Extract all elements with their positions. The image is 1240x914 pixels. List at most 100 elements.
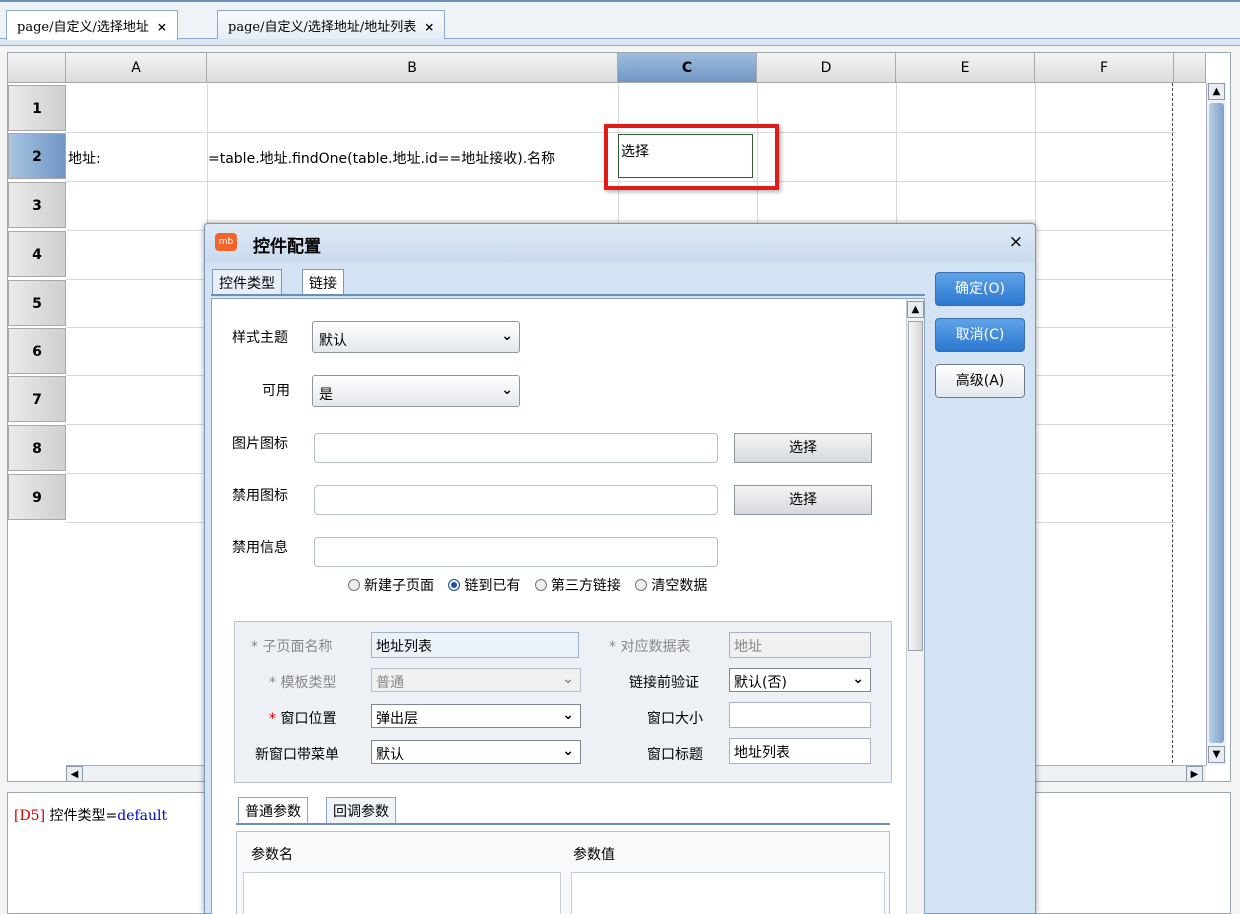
highlight-box <box>604 124 779 190</box>
image-icon-select-button[interactable]: 选择 <box>734 433 872 463</box>
subpage-name-label: * 子页面名称 <box>251 639 333 655</box>
disabled-icon-label: 禁用图标 <box>232 488 288 504</box>
col-header-f[interactable]: F <box>1035 53 1174 83</box>
radio-label: 新建子页面 <box>364 578 434 594</box>
tab-label: page/自定义/选择地址 <box>17 20 149 35</box>
window-size-input[interactable] <box>729 702 871 728</box>
tab-normal-params[interactable]: 普通参数 <box>238 797 308 823</box>
row-header-3[interactable]: 3 <box>8 182 66 228</box>
row-header-2[interactable]: 2 <box>8 133 66 179</box>
scroll-up-icon[interactable]: ▲ <box>1208 83 1225 100</box>
property-line: [D5] 控件类型=default <box>14 805 167 825</box>
cell-a2[interactable]: 地址: <box>68 148 101 168</box>
page-break-line <box>1172 83 1173 763</box>
data-table-label: * 对应数据表 <box>609 639 691 655</box>
cell-reference: [D5] <box>14 808 46 824</box>
window-title-label: 窗口标题 <box>647 747 703 763</box>
row-header-6[interactable]: 6 <box>8 328 66 374</box>
row-header-9[interactable]: 9 <box>8 474 66 520</box>
window-position-value: 弹出层 <box>376 711 418 727</box>
enabled-label: 可用 <box>262 383 290 399</box>
vertical-scrollbar[interactable]: ▲ ▼ <box>1206 83 1226 765</box>
pre-validate-select[interactable]: 默认(否) ⌄ <box>729 668 871 692</box>
menu-select[interactable]: 默认 ⌄ <box>371 740 581 764</box>
param-name-header: 参数名 <box>251 847 293 863</box>
window-position-select[interactable]: 弹出层 ⌄ <box>371 704 581 728</box>
radio-new-subpage[interactable]: 新建子页面 <box>348 575 434 595</box>
pre-validate-label: 链接前验证 <box>629 675 699 691</box>
disabled-icon-input[interactable] <box>314 485 718 515</box>
required-star: * <box>269 711 276 727</box>
close-icon[interactable]: × <box>1009 232 1023 252</box>
link-mode-radio-group: 新建子页面 链到已有 第三方链接 清空数据 <box>348 575 717 595</box>
window-title-input[interactable]: 地址列表 <box>729 738 871 764</box>
disabled-info-label: 禁用信息 <box>232 540 288 556</box>
row-header-8[interactable]: 8 <box>8 425 66 471</box>
close-icon[interactable]: × <box>424 20 434 34</box>
scroll-thumb[interactable] <box>908 321 923 651</box>
scroll-down-icon[interactable]: ▼ <box>1208 746 1225 763</box>
tab-address-list[interactable]: page/自定义/选择地址/地址列表 × <box>217 10 446 39</box>
col-header-b[interactable]: B <box>207 53 618 83</box>
param-name-cell[interactable] <box>243 872 561 914</box>
tab-select-address[interactable]: page/自定义/选择地址 × <box>6 10 178 40</box>
enabled-value: 是 <box>319 387 333 403</box>
scroll-left-icon[interactable]: ◀ <box>66 766 83 781</box>
ok-button[interactable]: 确定(O) <box>935 272 1025 306</box>
dialog-titlebar[interactable]: mb 控件配置 × <box>205 224 1035 262</box>
row-header-5[interactable]: 5 <box>8 280 66 326</box>
advanced-button[interactable]: 高级(A) <box>935 364 1025 398</box>
disabled-icon-select-button[interactable]: 选择 <box>734 485 872 515</box>
close-icon[interactable]: × <box>157 20 167 34</box>
property-name: 控件类型= <box>45 808 118 824</box>
corner-header[interactable] <box>8 53 66 83</box>
chevron-down-icon: ⌄ <box>562 707 574 723</box>
radio-clear-data[interactable]: 清空数据 <box>635 575 707 595</box>
window-position-label: * 窗口位置 <box>269 708 336 728</box>
params-table: 参数名 参数值 <box>236 831 890 914</box>
chevron-down-icon: ⌄ <box>501 328 513 344</box>
style-theme-select[interactable]: 默认 ⌄ <box>312 321 520 353</box>
image-icon-label: 图片图标 <box>232 436 288 452</box>
col-header-d[interactable]: D <box>757 53 896 83</box>
disabled-info-input[interactable] <box>314 537 718 567</box>
radio-third-party[interactable]: 第三方链接 <box>534 575 621 595</box>
label-text: 窗口位置 <box>276 711 337 727</box>
col-header-e[interactable]: E <box>896 53 1035 83</box>
radio-selected-icon <box>448 579 461 591</box>
col-header-a[interactable]: A <box>66 53 207 83</box>
chevron-down-icon: ⌄ <box>562 743 574 759</box>
scroll-right-icon[interactable]: ▶ <box>1186 766 1203 781</box>
radio-icon <box>534 579 547 591</box>
col-header-g[interactable] <box>1174 53 1206 83</box>
scroll-up-icon[interactable]: ▲ <box>907 301 924 318</box>
chevron-down-icon: ⌄ <box>501 382 513 398</box>
link-existing-group: * 子页面名称 地址列表 * 对应数据表 地址 * 模板类型 普通 ⌄ 链接前验证… <box>234 621 892 783</box>
col-header-c[interactable]: C <box>618 53 757 83</box>
tab-link[interactable]: 链接 <box>302 269 344 296</box>
row-header-1[interactable]: 1 <box>8 85 66 131</box>
tab-callback-params[interactable]: 回调参数 <box>326 797 396 823</box>
panel-scrollbar[interactable]: ▲ <box>906 299 924 914</box>
row-header-7[interactable]: 7 <box>8 376 66 422</box>
enabled-select[interactable]: 是 ⌄ <box>312 375 520 407</box>
scroll-thumb[interactable] <box>1209 103 1224 743</box>
app-logo-icon: mb <box>215 233 237 251</box>
style-theme-label: 样式主题 <box>232 330 288 346</box>
row-header-4[interactable]: 4 <box>8 231 66 277</box>
window-size-label: 窗口大小 <box>647 711 703 727</box>
chevron-down-icon: ⌄ <box>562 671 574 687</box>
tab-divider <box>211 294 925 296</box>
template-type-select: 普通 ⌄ <box>371 668 581 692</box>
menu-value: 默认 <box>376 747 404 763</box>
cancel-button[interactable]: 取消(C) <box>935 318 1025 352</box>
link-settings-panel: 样式主题 默认 ⌄ 可用 是 ⌄ 图片图标 选择 禁用图标 选择 禁用信息 新建子页… <box>211 298 925 914</box>
cell-b2[interactable]: =table.地址.findOne(table.地址.id==地址接收).名称 <box>208 148 555 168</box>
tab-control-type[interactable]: 控件类型 <box>212 269 282 295</box>
image-icon-input[interactable] <box>314 433 718 463</box>
control-config-dialog: mb 控件配置 × 控件类型 链接 样式主题 默认 ⌄ 可用 是 ⌄ 图片图标 选择… <box>204 223 1036 914</box>
radio-link-existing[interactable]: 链到已有 <box>448 575 520 595</box>
subpage-name-input[interactable]: 地址列表 <box>371 632 579 658</box>
radio-label: 清空数据 <box>651 578 708 594</box>
param-value-cell[interactable] <box>571 872 885 914</box>
